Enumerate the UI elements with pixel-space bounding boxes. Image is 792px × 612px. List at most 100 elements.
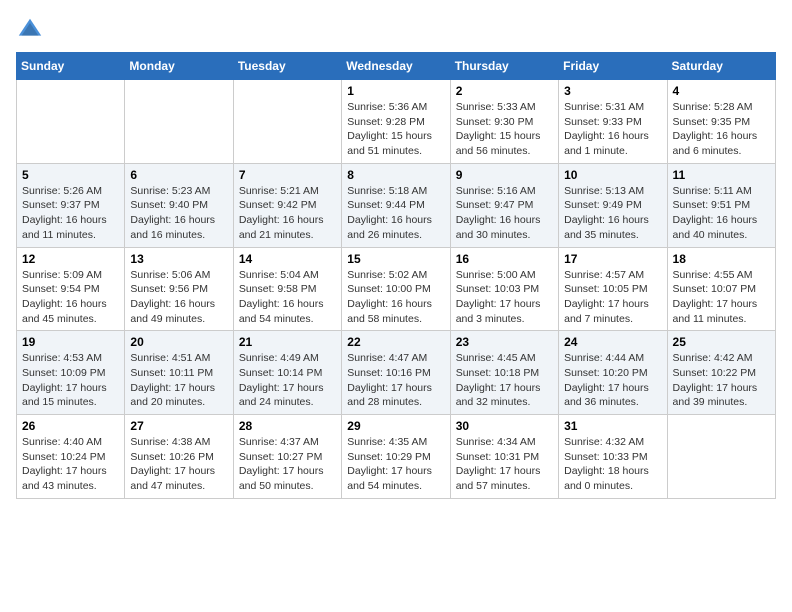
calendar-cell: 26 Sunrise: 4:40 AM Sunset: 10:24 PM Dayl…	[17, 415, 125, 499]
calendar-cell: 24 Sunrise: 4:44 AM Sunset: 10:20 PM Dayl…	[559, 331, 667, 415]
calendar-cell	[233, 80, 341, 164]
weekday-header: Sunday	[17, 53, 125, 80]
day-number: 20	[130, 335, 227, 349]
calendar-week-row: 1 Sunrise: 5:36 AM Sunset: 9:28 PM Daylig…	[17, 80, 776, 164]
day-info: Sunrise: 4:32 AM Sunset: 10:33 PM Daylig…	[564, 435, 661, 494]
day-info: Sunrise: 4:40 AM Sunset: 10:24 PM Daylig…	[22, 435, 119, 494]
day-info: Sunrise: 5:00 AM Sunset: 10:03 PM Daylig…	[456, 268, 553, 327]
calendar-cell	[125, 80, 233, 164]
day-info: Sunrise: 4:49 AM Sunset: 10:14 PM Daylig…	[239, 351, 336, 410]
calendar-cell: 12 Sunrise: 5:09 AM Sunset: 9:54 PM Dayli…	[17, 247, 125, 331]
calendar-cell: 9 Sunrise: 5:16 AM Sunset: 9:47 PM Daylig…	[450, 163, 558, 247]
calendar-cell: 3 Sunrise: 5:31 AM Sunset: 9:33 PM Daylig…	[559, 80, 667, 164]
calendar-cell: 31 Sunrise: 4:32 AM Sunset: 10:33 PM Dayl…	[559, 415, 667, 499]
calendar-cell: 22 Sunrise: 4:47 AM Sunset: 10:16 PM Dayl…	[342, 331, 450, 415]
calendar-cell: 10 Sunrise: 5:13 AM Sunset: 9:49 PM Dayli…	[559, 163, 667, 247]
day-number: 11	[673, 168, 770, 182]
day-info: Sunrise: 5:06 AM Sunset: 9:56 PM Dayligh…	[130, 268, 227, 327]
weekday-header: Saturday	[667, 53, 775, 80]
calendar-week-row: 12 Sunrise: 5:09 AM Sunset: 9:54 PM Dayli…	[17, 247, 776, 331]
day-info: Sunrise: 5:13 AM Sunset: 9:49 PM Dayligh…	[564, 184, 661, 243]
day-number: 26	[22, 419, 119, 433]
day-number: 7	[239, 168, 336, 182]
day-info: Sunrise: 4:34 AM Sunset: 10:31 PM Daylig…	[456, 435, 553, 494]
logo-icon	[16, 16, 44, 44]
day-info: Sunrise: 5:02 AM Sunset: 10:00 PM Daylig…	[347, 268, 444, 327]
calendar-cell: 7 Sunrise: 5:21 AM Sunset: 9:42 PM Daylig…	[233, 163, 341, 247]
day-number: 12	[22, 252, 119, 266]
day-number: 30	[456, 419, 553, 433]
day-number: 31	[564, 419, 661, 433]
day-info: Sunrise: 4:55 AM Sunset: 10:07 PM Daylig…	[673, 268, 770, 327]
calendar-cell: 17 Sunrise: 4:57 AM Sunset: 10:05 PM Dayl…	[559, 247, 667, 331]
day-info: Sunrise: 5:18 AM Sunset: 9:44 PM Dayligh…	[347, 184, 444, 243]
day-info: Sunrise: 4:38 AM Sunset: 10:26 PM Daylig…	[130, 435, 227, 494]
day-number: 6	[130, 168, 227, 182]
day-info: Sunrise: 4:57 AM Sunset: 10:05 PM Daylig…	[564, 268, 661, 327]
day-number: 18	[673, 252, 770, 266]
day-info: Sunrise: 5:33 AM Sunset: 9:30 PM Dayligh…	[456, 100, 553, 159]
day-number: 13	[130, 252, 227, 266]
weekday-header: Thursday	[450, 53, 558, 80]
calendar-cell: 6Sunrise: 5:23 AM Sunset: 9:40 PM Daylig…	[125, 163, 233, 247]
weekday-header: Monday	[125, 53, 233, 80]
weekday-header: Tuesday	[233, 53, 341, 80]
day-number: 10	[564, 168, 661, 182]
day-info: Sunrise: 4:47 AM Sunset: 10:16 PM Daylig…	[347, 351, 444, 410]
day-number: 28	[239, 419, 336, 433]
calendar-table: SundayMondayTuesdayWednesdayThursdayFrid…	[16, 52, 776, 499]
day-info: Sunrise: 5:28 AM Sunset: 9:35 PM Dayligh…	[673, 100, 770, 159]
day-info: Sunrise: 5:21 AM Sunset: 9:42 PM Dayligh…	[239, 184, 336, 243]
calendar-cell: 29 Sunrise: 4:35 AM Sunset: 10:29 PM Dayl…	[342, 415, 450, 499]
day-number: 1	[347, 84, 444, 98]
day-number: 22	[347, 335, 444, 349]
calendar-week-row: 5 Sunrise: 5:26 AM Sunset: 9:37 PM Daylig…	[17, 163, 776, 247]
calendar-cell: 14Sunrise: 5:04 AM Sunset: 9:58 PM Dayli…	[233, 247, 341, 331]
page-header	[16, 16, 776, 44]
calendar-cell: 13 Sunrise: 5:06 AM Sunset: 9:56 PM Dayli…	[125, 247, 233, 331]
calendar-cell	[667, 415, 775, 499]
weekday-header: Wednesday	[342, 53, 450, 80]
calendar-cell: 8 Sunrise: 5:18 AM Sunset: 9:44 PM Daylig…	[342, 163, 450, 247]
calendar-cell: 1 Sunrise: 5:36 AM Sunset: 9:28 PM Daylig…	[342, 80, 450, 164]
calendar-cell: 27 Sunrise: 4:38 AM Sunset: 10:26 PM Dayl…	[125, 415, 233, 499]
calendar-cell: 11 Sunrise: 5:11 AM Sunset: 9:51 PM Dayli…	[667, 163, 775, 247]
day-info: Sunrise: 4:44 AM Sunset: 10:20 PM Daylig…	[564, 351, 661, 410]
day-info: Sunrise: 5:11 AM Sunset: 9:51 PM Dayligh…	[673, 184, 770, 243]
day-number: 27	[130, 419, 227, 433]
day-info: Sunrise: 5:26 AM Sunset: 9:37 PM Dayligh…	[22, 184, 119, 243]
weekday-header-row: SundayMondayTuesdayWednesdayThursdayFrid…	[17, 53, 776, 80]
day-number: 2	[456, 84, 553, 98]
calendar-cell: 16 Sunrise: 5:00 AM Sunset: 10:03 PM Dayl…	[450, 247, 558, 331]
day-info: Sunrise: 4:42 AM Sunset: 10:22 PM Daylig…	[673, 351, 770, 410]
calendar-cell: 25Sunrise: 4:42 AM Sunset: 10:22 PM Dayl…	[667, 331, 775, 415]
day-number: 29	[347, 419, 444, 433]
day-info: Sunrise: 4:45 AM Sunset: 10:18 PM Daylig…	[456, 351, 553, 410]
day-info: Sunrise: 5:36 AM Sunset: 9:28 PM Dayligh…	[347, 100, 444, 159]
day-number: 17	[564, 252, 661, 266]
day-info: Sunrise: 5:09 AM Sunset: 9:54 PM Dayligh…	[22, 268, 119, 327]
day-info: Sunrise: 4:35 AM Sunset: 10:29 PM Daylig…	[347, 435, 444, 494]
calendar-week-row: 19Sunrise: 4:53 AM Sunset: 10:09 PM Dayl…	[17, 331, 776, 415]
day-number: 3	[564, 84, 661, 98]
day-info: Sunrise: 4:53 AM Sunset: 10:09 PM Daylig…	[22, 351, 119, 410]
calendar-cell: 18 Sunrise: 4:55 AM Sunset: 10:07 PM Dayl…	[667, 247, 775, 331]
day-number: 24	[564, 335, 661, 349]
calendar-week-row: 26 Sunrise: 4:40 AM Sunset: 10:24 PM Dayl…	[17, 415, 776, 499]
calendar-cell: 21Sunrise: 4:49 AM Sunset: 10:14 PM Dayl…	[233, 331, 341, 415]
day-info: Sunrise: 5:16 AM Sunset: 9:47 PM Dayligh…	[456, 184, 553, 243]
day-number: 9	[456, 168, 553, 182]
calendar-cell: 15Sunrise: 5:02 AM Sunset: 10:00 PM Dayl…	[342, 247, 450, 331]
day-info: Sunrise: 5:31 AM Sunset: 9:33 PM Dayligh…	[564, 100, 661, 159]
calendar-cell: 20 Sunrise: 4:51 AM Sunset: 10:11 PM Dayl…	[125, 331, 233, 415]
day-number: 16	[456, 252, 553, 266]
day-info: Sunrise: 4:37 AM Sunset: 10:27 PM Daylig…	[239, 435, 336, 494]
logo	[16, 16, 48, 44]
calendar-cell: 2 Sunrise: 5:33 AM Sunset: 9:30 PM Daylig…	[450, 80, 558, 164]
day-info: Sunrise: 4:51 AM Sunset: 10:11 PM Daylig…	[130, 351, 227, 410]
day-number: 8	[347, 168, 444, 182]
calendar-cell: 4 Sunrise: 5:28 AM Sunset: 9:35 PM Daylig…	[667, 80, 775, 164]
day-number: 5	[22, 168, 119, 182]
day-number: 4	[673, 84, 770, 98]
calendar-cell: 23Sunrise: 4:45 AM Sunset: 10:18 PM Dayl…	[450, 331, 558, 415]
